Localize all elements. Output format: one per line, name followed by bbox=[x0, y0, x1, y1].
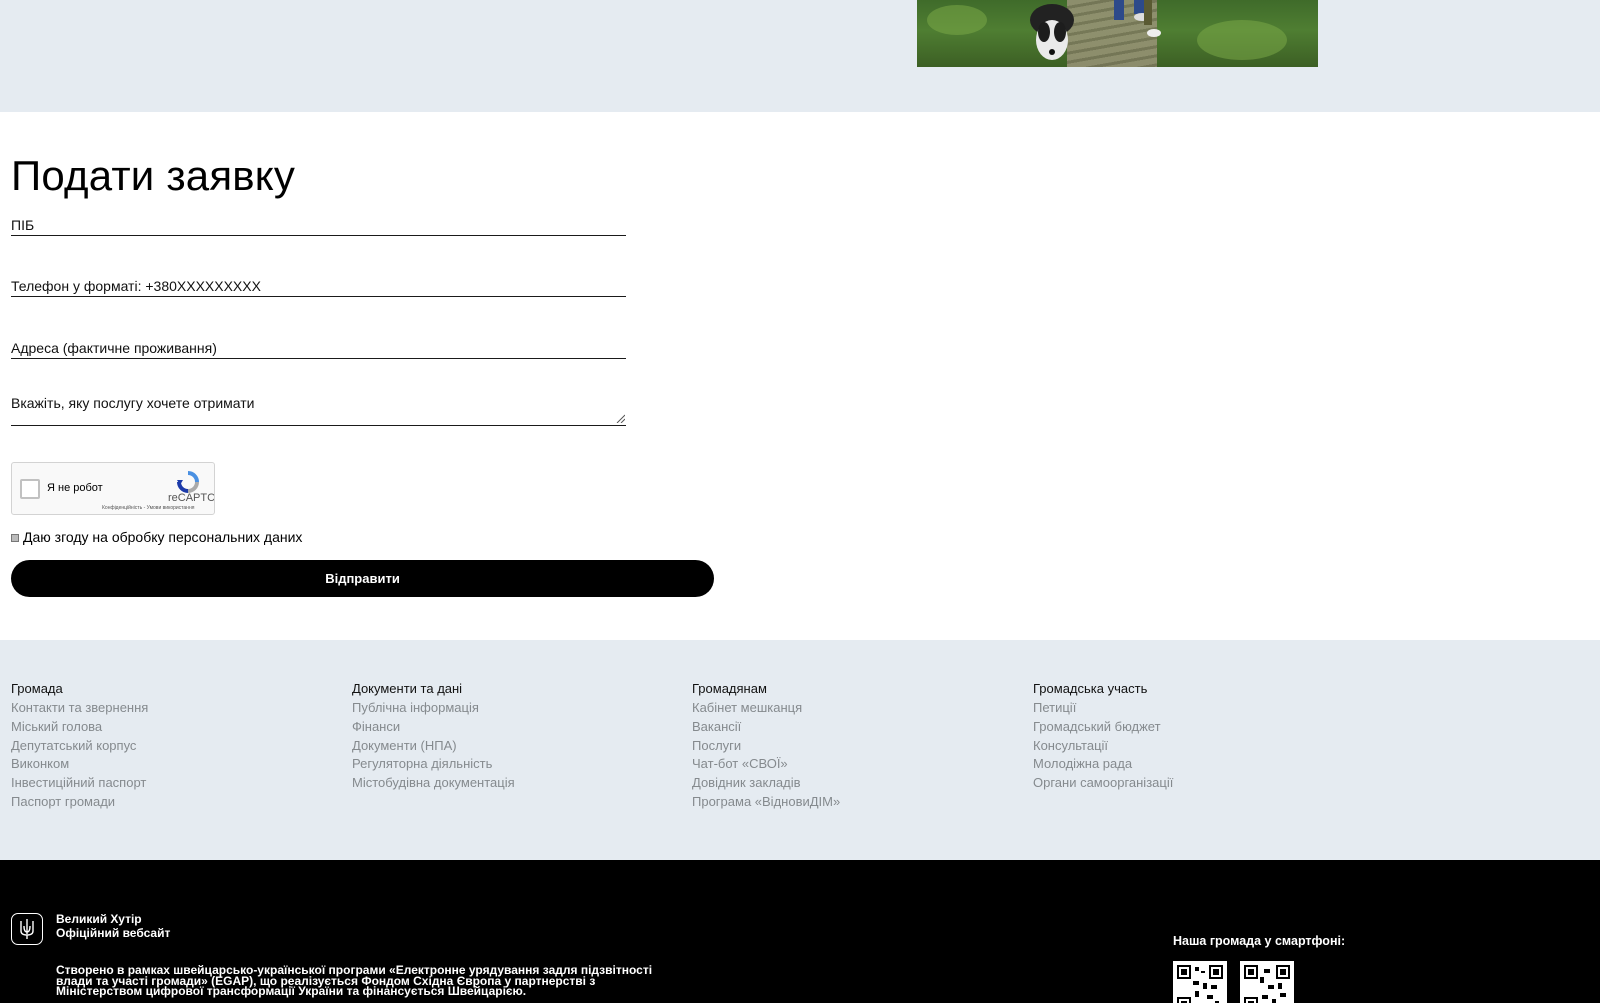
footer-link[interactable]: Контакти та звернення bbox=[11, 699, 148, 718]
footer-column-citizens: Громадянам Кабінет мешканця Вакансії Пос… bbox=[692, 680, 840, 812]
footer-heading[interactable]: Громада bbox=[11, 680, 148, 698]
submit-button[interactable]: Відправити bbox=[11, 560, 714, 597]
site-name[interactable]: Великий Хутір Офіційний вебсайт bbox=[56, 912, 170, 940]
footer-column-documents: Документи та дані Публічна інформація Фі… bbox=[352, 680, 515, 793]
recaptcha-widget: Я не робот reCAPTC Конфіденційність - Ум… bbox=[11, 462, 215, 515]
footer-link[interactable]: Документи (НПА) bbox=[352, 737, 515, 756]
mobile-app-label: Наша громада у смартфоні: bbox=[1173, 934, 1346, 948]
hero-band bbox=[0, 0, 1600, 112]
footer-link[interactable]: Регуляторна діяльність bbox=[352, 755, 515, 774]
service-textarea-placeholder: Вкажіть, яку послугу хочете отримати bbox=[11, 395, 255, 411]
footer-column-participation: Громадська участь Петиції Громадський бю… bbox=[1033, 680, 1173, 793]
footer-link[interactable]: Програма «ВідновиДІМ» bbox=[692, 793, 840, 812]
qr-code-icon[interactable] bbox=[1240, 961, 1294, 1003]
footer-link[interactable]: Довідник закладів bbox=[692, 774, 840, 793]
recaptcha-checkbox[interactable] bbox=[20, 479, 40, 499]
footer-column-community: Громада Контакти та звернення Міський го… bbox=[11, 680, 148, 812]
service-textarea[interactable]: Вкажіть, яку послугу хочете отримати bbox=[11, 385, 626, 426]
footer-link[interactable]: Міський голова bbox=[11, 718, 148, 737]
name-input-placeholder: ПІБ bbox=[11, 217, 35, 233]
site-name-line: Великий Хутір bbox=[56, 912, 142, 926]
qr-code-icon[interactable] bbox=[1173, 961, 1227, 1003]
foliage bbox=[927, 5, 987, 35]
footer-link[interactable]: Паспорт громади bbox=[11, 793, 148, 812]
site-subtitle: Офіційний вебсайт bbox=[56, 926, 171, 940]
foliage bbox=[1197, 20, 1287, 60]
hero-photo bbox=[917, 0, 1318, 67]
trident-icon[interactable] bbox=[11, 913, 43, 945]
footer-nav: Громада Контакти та звернення Міський го… bbox=[0, 640, 1600, 860]
footer-link[interactable]: Виконком bbox=[11, 755, 148, 774]
footer-heading[interactable]: Громадська участь bbox=[1033, 680, 1173, 698]
footer-heading[interactable]: Документи та дані bbox=[352, 680, 515, 698]
footer-bottom: Великий Хутір Офіційний вебсайт Створено… bbox=[0, 860, 1600, 1003]
recaptcha-privacy-link[interactable]: Конфіденційність - Умови використання bbox=[102, 505, 194, 511]
footer-link[interactable]: Молодіжна рада bbox=[1033, 755, 1173, 774]
phone-input-placeholder: Телефон у форматі: +380XXXXXXXXX bbox=[11, 278, 261, 294]
footer-link[interactable]: Послуги bbox=[692, 737, 840, 756]
person-legs-image bbox=[1114, 0, 1161, 37]
footer-link[interactable]: Чат-бот «СВОЇ» bbox=[692, 755, 840, 774]
recaptcha-logo-icon bbox=[177, 471, 199, 493]
address-input[interactable]: Адреса (фактичне проживання) bbox=[11, 331, 626, 359]
recaptcha-label: Я не робот bbox=[47, 482, 103, 494]
footer-link[interactable]: Містобудівна документація bbox=[352, 774, 515, 793]
footer-heading[interactable]: Громадянам bbox=[692, 680, 840, 698]
consent-label: Даю згоду на обробку персональних даних bbox=[23, 529, 303, 545]
name-input[interactable]: ПІБ bbox=[11, 208, 626, 236]
consent-row[interactable]: Даю згоду на обробку персональних даних bbox=[11, 529, 302, 545]
resize-handle-icon[interactable] bbox=[615, 413, 625, 423]
footer-link[interactable]: Петиції bbox=[1033, 699, 1173, 718]
dog-image bbox=[1030, 4, 1074, 60]
footer-link[interactable]: Депутатський корпус bbox=[11, 737, 148, 756]
footer-link[interactable]: Громадський бюджет bbox=[1033, 718, 1173, 737]
phone-input[interactable]: Телефон у форматі: +380XXXXXXXXX bbox=[11, 270, 626, 297]
footer-link[interactable]: Фінанси bbox=[352, 718, 515, 737]
footer-link[interactable]: Кабінет мешканця bbox=[692, 699, 840, 718]
form-title: Подати заявку bbox=[11, 152, 296, 199]
address-input-placeholder: Адреса (фактичне проживання) bbox=[11, 340, 217, 356]
about-text: Створено в рамках швейцарсько-українсько… bbox=[56, 963, 653, 998]
footer-link[interactable]: Консультації bbox=[1033, 737, 1173, 756]
recaptcha-brand: reCAPTC bbox=[168, 492, 215, 504]
footer-link[interactable]: Органи самоорганізації bbox=[1033, 774, 1173, 793]
footer-link[interactable]: Публічна інформація bbox=[352, 699, 515, 718]
footer-link[interactable]: Вакансії bbox=[692, 718, 840, 737]
footer-link[interactable]: Інвестиційний паспорт bbox=[11, 774, 148, 793]
consent-checkbox[interactable] bbox=[11, 534, 19, 542]
